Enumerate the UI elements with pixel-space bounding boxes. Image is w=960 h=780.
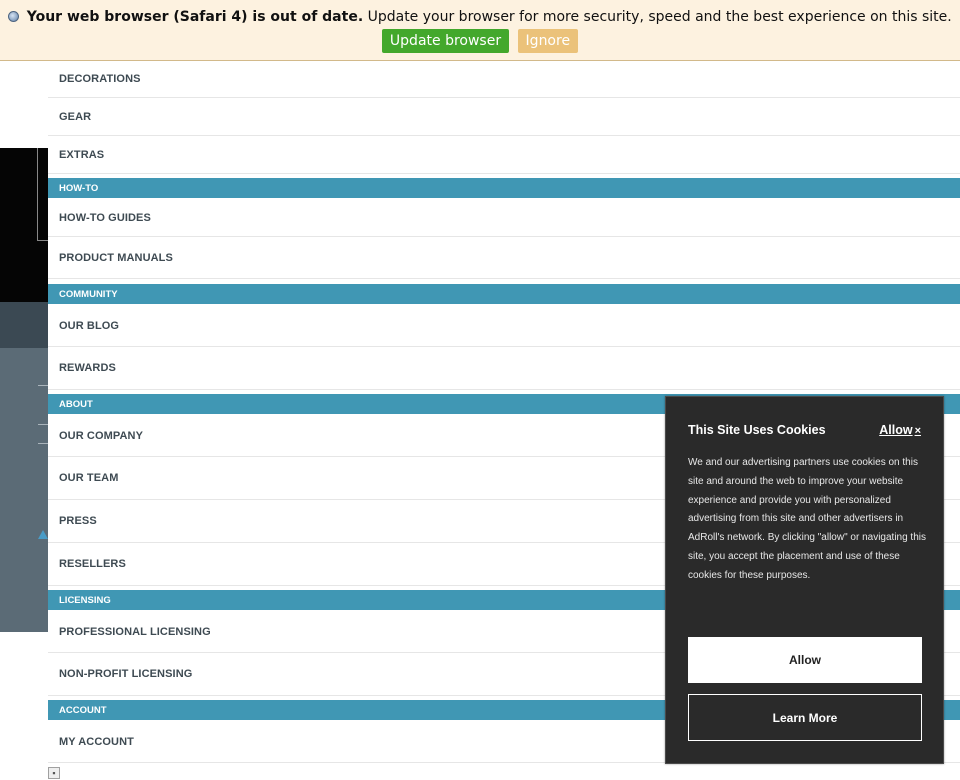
cookie-allow-link-label: Allow [879,423,913,437]
menu-header-how-to: HOW-TO [48,178,960,198]
background-triangle-icon [38,530,48,539]
menu-item-our-blog[interactable]: OUR BLOG [48,305,960,347]
background-panel [0,348,48,632]
menu-item-rewards[interactable]: REWARDS [48,347,960,390]
menu-item-decorations[interactable]: DECORATIONS [48,61,960,98]
cookie-learn-more-button[interactable]: Learn More [688,694,922,741]
banner-message-line: Your web browser (Safari 4) is out of da… [0,9,960,25]
background-divider [38,443,48,444]
menu-item-how-to-guides[interactable]: HOW-TO GUIDES [48,199,960,237]
banner-buttons: Update browser Ignore [0,29,960,53]
banner-message: Update your browser for more security, s… [367,9,952,25]
background-frame [37,148,48,241]
background-divider [38,385,48,386]
safari-globe-icon [8,11,20,22]
scroll-corner-icon[interactable]: ▪ [48,767,60,779]
cookie-title: This Site Uses Cookies [688,423,826,437]
cookie-consent-dialog: This Site Uses Cookies Allow × We and our… [665,396,944,764]
update-browser-button[interactable]: Update browser [381,29,510,53]
cookie-allow-button[interactable]: Allow [688,637,922,683]
background-logo-strip [0,302,48,348]
background-divider [38,424,48,425]
menu-item-gear[interactable]: GEAR [48,98,960,136]
menu-item-extras[interactable]: EXTRAS [48,136,960,174]
cookie-allow-link[interactable]: Allow × [879,423,921,437]
close-icon[interactable]: × [915,425,921,437]
cookie-description: We and our advertising partners use cook… [688,457,926,581]
outdated-browser-banner: Your web browser (Safari 4) is out of da… [0,0,960,61]
ignore-button[interactable]: Ignore [517,29,579,53]
menu-header-community: COMMUNITY [48,284,960,304]
banner-headline: Your web browser (Safari 4) is out of da… [26,9,364,25]
menu-item-product-manuals[interactable]: PRODUCT MANUALS [48,237,960,279]
